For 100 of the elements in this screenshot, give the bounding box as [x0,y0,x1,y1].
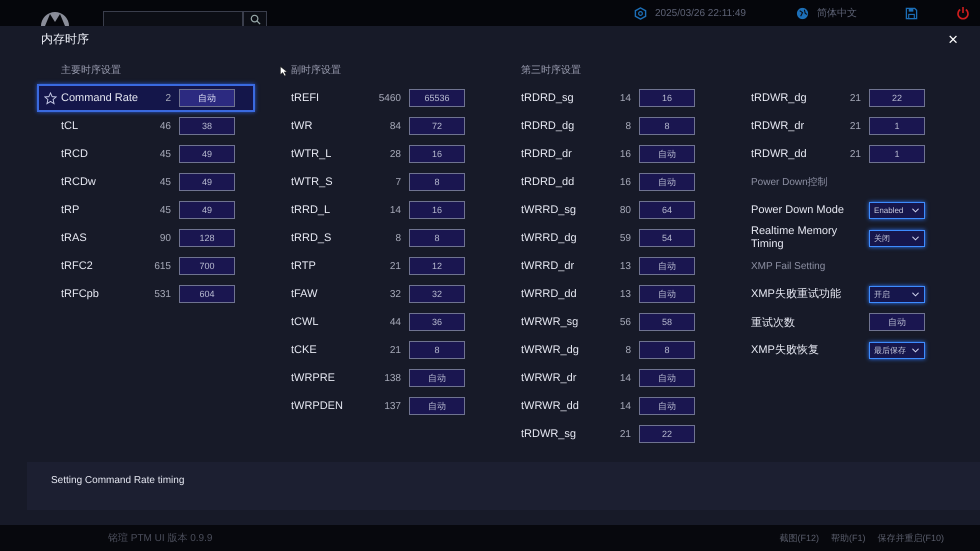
power-icon[interactable] [956,6,970,20]
value-field[interactable]: 12 [409,257,465,275]
setting-row[interactable]: Realtime Memory Timing 关闭 [727,224,945,252]
value-field[interactable]: 1 [869,145,925,163]
save-icon[interactable] [905,6,918,20]
value-field[interactable]: 自动 [179,89,235,107]
value-field[interactable]: 8 [409,341,465,359]
value-field[interactable]: 8 [639,117,695,135]
value-field[interactable]: 22 [869,89,925,107]
setting-row[interactable]: tRRD_S 8 8 [267,224,485,252]
setting-row[interactable]: tFAW 32 32 [267,280,485,308]
value-field[interactable]: 8 [639,341,695,359]
setting-row[interactable]: tCWL 44 36 [267,308,485,336]
value-field[interactable]: 32 [409,285,465,303]
value-field[interactable]: 72 [409,117,465,135]
setting-row[interactable]: tRDRD_dd 16 自动 [497,168,715,196]
setting-row[interactable]: tRDRD_sg 14 16 [497,84,715,112]
setting-row[interactable]: tRCDw 45 49 [37,168,255,196]
setting-row[interactable]: tWR 84 72 [267,112,485,140]
setting-row[interactable]: tRDWR_dd 21 1 [727,140,945,168]
setting-label: tWRRD_dd [521,288,578,300]
setting-row[interactable]: tWRPDEN 137 自动 [267,392,485,420]
value-field[interactable]: 自动 [639,173,695,191]
value-field[interactable]: 自动 [869,313,925,331]
setting-row[interactable]: tWRRD_dd 13 自动 [497,280,715,308]
current-value: 44 [390,316,401,328]
setting-row[interactable]: tRAS 90 128 [37,224,255,252]
value-field[interactable]: 700 [179,257,235,275]
globe-icon[interactable] [796,6,809,20]
dropdown[interactable]: Enabled [869,202,925,218]
setting-row[interactable]: tWRPRE 138 自动 [267,364,485,392]
section-heading: Power Down控制 [750,176,829,190]
value-field[interactable]: 自动 [639,369,695,387]
setting-row[interactable]: tWRWR_dd 14 自动 [497,392,715,420]
setting-row[interactable]: tRRD_L 14 16 [267,196,485,224]
setting-row[interactable]: tRDRD_dg 8 8 [497,112,715,140]
dropdown[interactable]: 开启 [869,286,925,302]
close-button[interactable]: × [948,30,958,48]
setting-label: tFAW [291,288,318,300]
value-field[interactable]: 自动 [409,397,465,415]
value-field[interactable]: 49 [179,173,235,191]
setting-row[interactable]: tWRRD_sg 80 64 [497,196,715,224]
setting-row[interactable]: tRDWR_dr 21 1 [727,112,945,140]
setting-row[interactable]: tRDWR_sg 21 22 [497,420,715,448]
value-field[interactable]: 自动 [639,285,695,303]
value-field[interactable]: 49 [179,145,235,163]
setting-row[interactable]: tRDWR_dg 21 22 [727,84,945,112]
setting-row[interactable]: tWRRD_dr 13 自动 [497,252,715,280]
value-field[interactable]: 自动 [639,397,695,415]
setting-row[interactable]: tWRWR_sg 56 58 [497,308,715,336]
dropdown[interactable]: 最后保存 [869,342,925,358]
value-field[interactable]: 16 [639,89,695,107]
value-field[interactable]: 1 [869,117,925,135]
value-field[interactable]: 64 [639,201,695,219]
setting-label: tWRWR_sg [521,316,580,328]
value-field[interactable]: 36 [409,313,465,331]
value-field[interactable]: 16 [409,145,465,163]
value-field[interactable]: 自动 [409,369,465,387]
value-field[interactable]: 16 [409,201,465,219]
value-field[interactable]: 8 [409,173,465,191]
setting-row[interactable]: tRDRD_dr 16 自动 [497,140,715,168]
setting-row[interactable]: tCKE 21 8 [267,336,485,364]
value-field[interactable]: 自动 [639,257,695,275]
setting-row[interactable]: Command Rate 2 自动 [37,84,255,112]
value-field[interactable]: 604 [179,285,235,303]
logo-icon [41,12,69,26]
setting-row[interactable]: tWRWR_dr 14 自动 [497,364,715,392]
value-field[interactable]: 22 [639,425,695,443]
setting-row[interactable]: tRFC2 615 700 [37,252,255,280]
setting-row[interactable]: XMP失败重试功能 开启 [727,280,945,308]
current-value: 16 [620,176,631,188]
setting-row[interactable]: tWRRD_dg 59 54 [497,224,715,252]
value-field[interactable]: 65536 [409,89,465,107]
search-button[interactable] [243,11,267,26]
setting-row[interactable]: tRP 45 49 [37,196,255,224]
setting-row[interactable]: tRFCpb 531 604 [37,280,255,308]
setting-label: tRAS [61,232,88,244]
setting-label: XMP失败恢复 [751,344,820,356]
value-field[interactable]: 128 [179,229,235,247]
setting-row[interactable]: tRCD 45 49 [37,140,255,168]
value-field[interactable]: 自动 [639,145,695,163]
setting-row[interactable]: tCL 46 38 [37,112,255,140]
search-field[interactable] [103,10,243,26]
value-field[interactable]: 38 [179,117,235,135]
setting-row[interactable]: tRTP 21 12 [267,252,485,280]
setting-row[interactable]: tWRWR_dg 8 8 [497,336,715,364]
setting-label: tCL [61,120,80,132]
current-value: 13 [620,288,631,300]
setting-label: tRCDw [61,176,97,188]
value-field[interactable]: 49 [179,201,235,219]
setting-row[interactable]: tWTR_L 28 16 [267,140,485,168]
setting-row[interactable]: 重试次数 自动 [727,308,945,336]
value-field[interactable]: 54 [639,229,695,247]
setting-row[interactable]: XMP失败恢复 最后保存 [727,336,945,364]
value-field[interactable]: 58 [639,313,695,331]
setting-row[interactable]: tWTR_S 7 8 [267,168,485,196]
dropdown[interactable]: 关闭 [869,230,925,246]
setting-row[interactable]: Power Down Mode Enabled [727,196,945,224]
value-field[interactable]: 8 [409,229,465,247]
setting-row[interactable]: tREFI 5460 65536 [267,84,485,112]
